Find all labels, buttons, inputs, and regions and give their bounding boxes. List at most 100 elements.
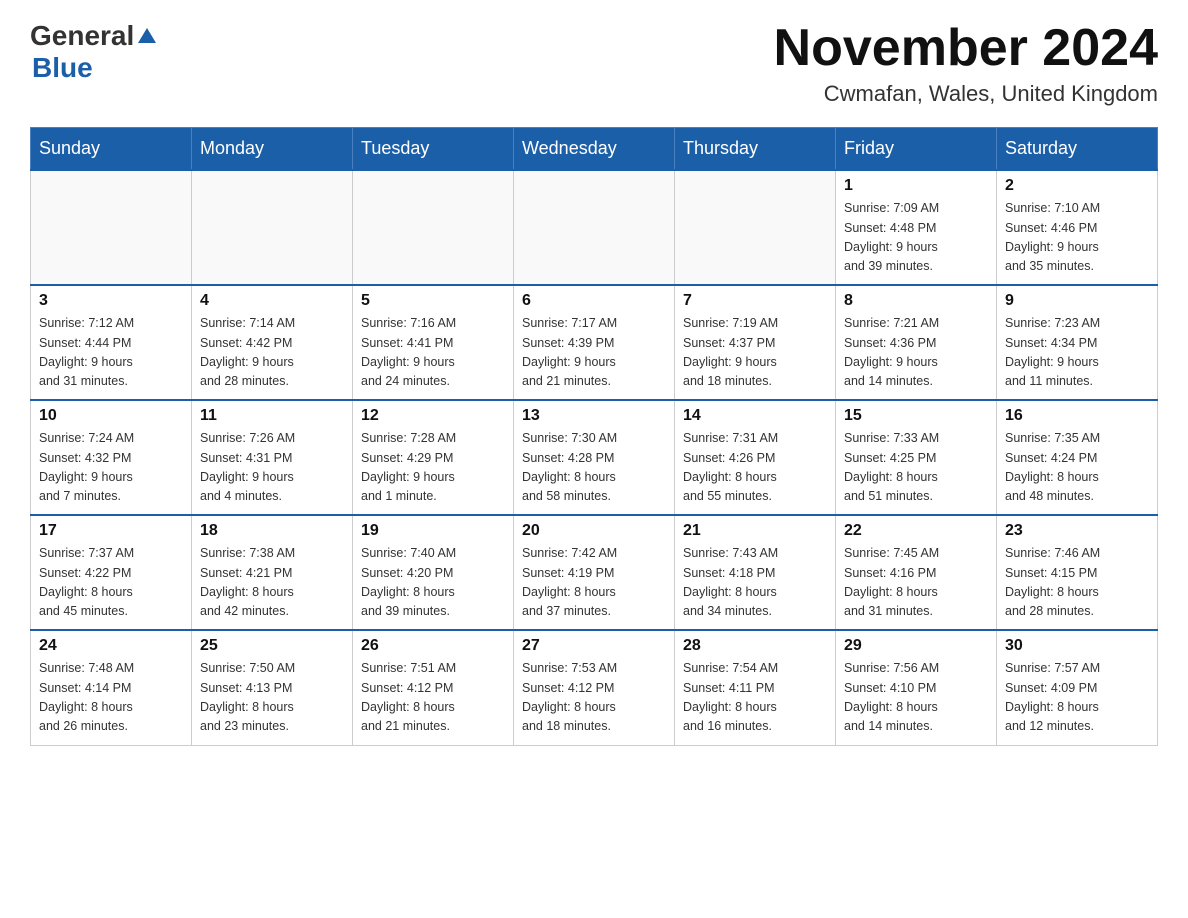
logo-icon: [136, 25, 158, 47]
day-number: 8: [844, 292, 988, 310]
day-number: 15: [844, 407, 988, 425]
day-number: 19: [361, 522, 505, 540]
day-number: 2: [1005, 177, 1149, 195]
week-row-3: 10 Sunrise: 7:24 AMSunset: 4:32 PMDayligh…: [31, 400, 1158, 515]
day-info: Sunrise: 7:51 AMSunset: 4:12 PMDaylight:…: [361, 659, 505, 737]
logo-blue: Blue: [32, 52, 93, 84]
day-cell: 4 Sunrise: 7:14 AMSunset: 4:42 PMDaylight…: [192, 285, 353, 400]
day-info: Sunrise: 7:37 AMSunset: 4:22 PMDaylight:…: [39, 544, 183, 622]
day-info: Sunrise: 7:09 AMSunset: 4:48 PMDaylight:…: [844, 199, 988, 277]
day-info: Sunrise: 7:42 AMSunset: 4:19 PMDaylight:…: [522, 544, 666, 622]
day-info: Sunrise: 7:43 AMSunset: 4:18 PMDaylight:…: [683, 544, 827, 622]
day-number: 14: [683, 407, 827, 425]
day-info: Sunrise: 7:31 AMSunset: 4:26 PMDaylight:…: [683, 429, 827, 507]
day-number: 13: [522, 407, 666, 425]
day-info: Sunrise: 7:14 AMSunset: 4:42 PMDaylight:…: [200, 314, 344, 392]
day-info: Sunrise: 7:56 AMSunset: 4:10 PMDaylight:…: [844, 659, 988, 737]
day-cell: 16Sunrise: 7:35 AMSunset: 4:24 PMDayligh…: [997, 400, 1158, 515]
day-number: 3: [39, 292, 183, 310]
calendar-table: SundayMondayTuesdayWednesdayThursdayFrid…: [30, 127, 1158, 746]
day-number: 28: [683, 637, 827, 655]
location: Cwmafan, Wales, United Kingdom: [774, 81, 1158, 107]
day-number: 24: [39, 637, 183, 655]
day-cell: 27Sunrise: 7:53 AMSunset: 4:12 PMDayligh…: [514, 630, 675, 745]
day-cell: 1 Sunrise: 7:09 AMSunset: 4:48 PMDaylight…: [836, 170, 997, 285]
day-cell: 19 Sunrise: 7:40 AMSunset: 4:20 PMDayligh…: [353, 515, 514, 630]
day-info: Sunrise: 7:40 AMSunset: 4:20 PMDaylight:…: [361, 544, 505, 622]
week-row-5: 24 Sunrise: 7:48 AMSunset: 4:14 PMDayligh…: [31, 630, 1158, 745]
day-info: Sunrise: 7:50 AMSunset: 4:13 PMDaylight:…: [200, 659, 344, 737]
day-cell: 5 Sunrise: 7:16 AMSunset: 4:41 PMDaylight…: [353, 285, 514, 400]
weekday-header-thursday: Thursday: [675, 128, 836, 171]
day-number: 4: [200, 292, 344, 310]
day-cell: 23 Sunrise: 7:46 AMSunset: 4:15 PMDayligh…: [997, 515, 1158, 630]
weekday-header-friday: Friday: [836, 128, 997, 171]
weekday-header-monday: Monday: [192, 128, 353, 171]
day-number: 16: [1005, 407, 1149, 425]
day-number: 26: [361, 637, 505, 655]
day-info: Sunrise: 7:54 AMSunset: 4:11 PMDaylight:…: [683, 659, 827, 737]
day-number: 1: [844, 177, 988, 195]
day-info: Sunrise: 7:12 AMSunset: 4:44 PMDaylight:…: [39, 314, 183, 392]
page-header: General Blue November 2024 Cwmafan, Wale…: [30, 20, 1158, 107]
day-cell: 13 Sunrise: 7:30 AMSunset: 4:28 PMDayligh…: [514, 400, 675, 515]
day-number: 5: [361, 292, 505, 310]
day-cell: 28 Sunrise: 7:54 AMSunset: 4:11 PMDayligh…: [675, 630, 836, 745]
week-row-1: 1 Sunrise: 7:09 AMSunset: 4:48 PMDaylight…: [31, 170, 1158, 285]
day-info: Sunrise: 7:53 AMSunset: 4:12 PMDaylight:…: [522, 659, 666, 737]
weekday-header-sunday: Sunday: [31, 128, 192, 171]
day-cell: 30Sunrise: 7:57 AMSunset: 4:09 PMDayligh…: [997, 630, 1158, 745]
day-info: Sunrise: 7:26 AMSunset: 4:31 PMDaylight:…: [200, 429, 344, 507]
day-cell: 12 Sunrise: 7:28 AMSunset: 4:29 PMDayligh…: [353, 400, 514, 515]
day-cell: [31, 170, 192, 285]
day-info: Sunrise: 7:46 AMSunset: 4:15 PMDaylight:…: [1005, 544, 1149, 622]
day-cell: 6 Sunrise: 7:17 AMSunset: 4:39 PMDaylight…: [514, 285, 675, 400]
title-block: November 2024 Cwmafan, Wales, United Kin…: [774, 20, 1158, 107]
day-cell: [192, 170, 353, 285]
month-title: November 2024: [774, 20, 1158, 77]
day-number: 17: [39, 522, 183, 540]
day-info: Sunrise: 7:16 AMSunset: 4:41 PMDaylight:…: [361, 314, 505, 392]
day-number: 12: [361, 407, 505, 425]
day-cell: 14 Sunrise: 7:31 AMSunset: 4:26 PMDayligh…: [675, 400, 836, 515]
weekday-header-saturday: Saturday: [997, 128, 1158, 171]
logo-general: General: [30, 20, 134, 52]
day-info: Sunrise: 7:48 AMSunset: 4:14 PMDaylight:…: [39, 659, 183, 737]
day-info: Sunrise: 7:17 AMSunset: 4:39 PMDaylight:…: [522, 314, 666, 392]
day-cell: 2 Sunrise: 7:10 AMSunset: 4:46 PMDaylight…: [997, 170, 1158, 285]
day-cell: [675, 170, 836, 285]
day-info: Sunrise: 7:45 AMSunset: 4:16 PMDaylight:…: [844, 544, 988, 622]
day-number: 30: [1005, 637, 1149, 655]
day-number: 9: [1005, 292, 1149, 310]
day-cell: 8Sunrise: 7:21 AMSunset: 4:36 PMDaylight…: [836, 285, 997, 400]
day-cell: 15Sunrise: 7:33 AMSunset: 4:25 PMDayligh…: [836, 400, 997, 515]
day-info: Sunrise: 7:24 AMSunset: 4:32 PMDaylight:…: [39, 429, 183, 507]
day-number: 20: [522, 522, 666, 540]
day-cell: 26 Sunrise: 7:51 AMSunset: 4:12 PMDayligh…: [353, 630, 514, 745]
day-cell: 29Sunrise: 7:56 AMSunset: 4:10 PMDayligh…: [836, 630, 997, 745]
day-info: Sunrise: 7:23 AMSunset: 4:34 PMDaylight:…: [1005, 314, 1149, 392]
day-info: Sunrise: 7:30 AMSunset: 4:28 PMDaylight:…: [522, 429, 666, 507]
day-number: 18: [200, 522, 344, 540]
day-cell: 25Sunrise: 7:50 AMSunset: 4:13 PMDayligh…: [192, 630, 353, 745]
weekday-header-wednesday: Wednesday: [514, 128, 675, 171]
logo-row1: General: [30, 20, 158, 52]
day-number: 6: [522, 292, 666, 310]
day-cell: 22Sunrise: 7:45 AMSunset: 4:16 PMDayligh…: [836, 515, 997, 630]
day-cell: 11Sunrise: 7:26 AMSunset: 4:31 PMDayligh…: [192, 400, 353, 515]
day-info: Sunrise: 7:38 AMSunset: 4:21 PMDaylight:…: [200, 544, 344, 622]
day-number: 23: [1005, 522, 1149, 540]
day-info: Sunrise: 7:10 AMSunset: 4:46 PMDaylight:…: [1005, 199, 1149, 277]
day-cell: 21 Sunrise: 7:43 AMSunset: 4:18 PMDayligh…: [675, 515, 836, 630]
day-number: 21: [683, 522, 827, 540]
day-cell: 24 Sunrise: 7:48 AMSunset: 4:14 PMDayligh…: [31, 630, 192, 745]
day-cell: [353, 170, 514, 285]
day-cell: 18 Sunrise: 7:38 AMSunset: 4:21 PMDayligh…: [192, 515, 353, 630]
day-cell: 17 Sunrise: 7:37 AMSunset: 4:22 PMDayligh…: [31, 515, 192, 630]
weekday-header-tuesday: Tuesday: [353, 128, 514, 171]
day-cell: 20 Sunrise: 7:42 AMSunset: 4:19 PMDayligh…: [514, 515, 675, 630]
day-info: Sunrise: 7:28 AMSunset: 4:29 PMDaylight:…: [361, 429, 505, 507]
day-cell: 7Sunrise: 7:19 AMSunset: 4:37 PMDaylight…: [675, 285, 836, 400]
day-number: 10: [39, 407, 183, 425]
week-row-2: 3 Sunrise: 7:12 AMSunset: 4:44 PMDaylight…: [31, 285, 1158, 400]
